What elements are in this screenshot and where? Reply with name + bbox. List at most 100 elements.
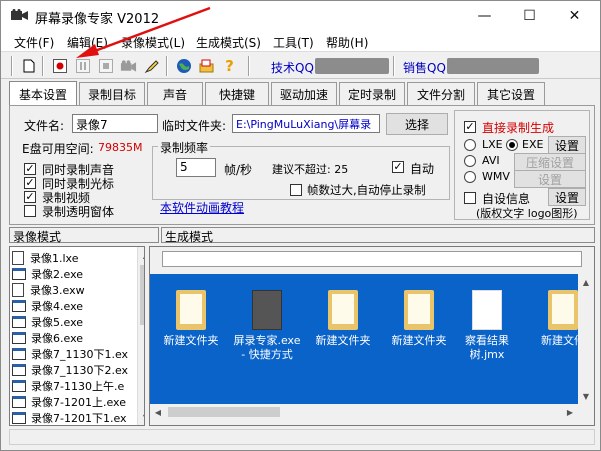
file-list-item[interactable]: 录像1.lxe	[12, 250, 140, 266]
auto-checkbox[interactable]: ✓	[392, 161, 404, 173]
tab-other[interactable]: 其它设置	[477, 82, 545, 106]
exe-setting-button[interactable]: 设置	[548, 136, 586, 154]
menu-file[interactable]: 文件(F)	[14, 34, 54, 51]
help-icon[interactable]: ?	[220, 56, 239, 75]
tech-qq-label: 技术QQ:	[271, 61, 318, 75]
file-list-item[interactable]: 录像7-1201上.exe	[12, 394, 140, 410]
pen-tool-icon[interactable]	[142, 56, 161, 75]
exe-radio[interactable]	[506, 139, 518, 151]
disk-free-value: 79835M	[98, 141, 143, 154]
auto-stop-checkbox[interactable]	[290, 184, 302, 196]
desktop-icon[interactable]: 屏录专家.exe - 快捷方式	[230, 290, 304, 362]
record-icon[interactable]	[50, 56, 69, 75]
custom-info-setting-button[interactable]: 设置	[548, 188, 586, 206]
record-video-checkbox[interactable]: ✓	[24, 191, 36, 203]
file-list-item[interactable]: 录像4.exe	[12, 298, 140, 314]
tutorial-link[interactable]: 本软件动画教程	[160, 199, 244, 216]
file-list-item[interactable]: 录像2.exe	[12, 266, 140, 282]
video-file-icon	[12, 332, 26, 344]
desktop-icon[interactable]: 新建文件	[526, 290, 578, 348]
direct-generate-checkbox[interactable]: ✓	[464, 121, 476, 133]
wmv-radio[interactable]	[464, 171, 476, 183]
open-folder-icon[interactable]	[197, 56, 216, 75]
file-list-item[interactable]: 录像3.exw	[12, 282, 140, 298]
settings-tabs: 基本设置 录制目标 声音 快捷键 驱动加速 定时录制 文件分割 其它设置	[9, 81, 595, 106]
menu-bar: 文件(F) 编辑(E) 录像模式(L) 生成模式(S) 工具(T) 帮助(H)	[1, 31, 600, 51]
menu-record-mode[interactable]: 录像模式(L)	[121, 34, 185, 51]
file-list-item[interactable]: 录像7_1130下2.ex	[12, 362, 140, 378]
folder-icon	[404, 290, 434, 330]
menu-help[interactable]: 帮助(H)	[326, 34, 368, 51]
scroll-up-icon[interactable]: ▲	[138, 247, 144, 263]
tab-driver-accel[interactable]: 驱动加速	[271, 82, 337, 106]
scroll-down-icon[interactable]: ▼	[138, 409, 144, 425]
file-name: 录像5.exe	[31, 316, 84, 329]
preview-horizontal-scrollbar[interactable]: ◀ ▶	[150, 404, 578, 420]
tab-file-split[interactable]: 文件分割	[407, 82, 475, 106]
tab-scheduled[interactable]: 定时录制	[339, 82, 405, 106]
new-file-icon[interactable]	[19, 56, 38, 75]
pause-icon[interactable]	[73, 56, 92, 75]
tempdir-input[interactable]: E:\PingMuLuXiang\屏幕录	[232, 114, 380, 133]
video-file-icon	[12, 412, 26, 424]
timeline-slider[interactable]	[162, 251, 582, 267]
file-name: 录像4.exe	[31, 300, 84, 313]
close-button[interactable]: ✕	[552, 1, 597, 31]
desktop-icon[interactable]: 新建文件夹	[306, 290, 380, 348]
filename-input[interactable]: 录像7	[72, 114, 158, 133]
menu-generate-mode[interactable]: 生成模式(S)	[196, 34, 261, 51]
maximize-button[interactable]: ☐	[507, 1, 552, 31]
frequency-input[interactable]: 5	[176, 158, 216, 177]
file-list-item[interactable]: 录像7-1201下1.ex	[12, 410, 140, 425]
wmv-setting-button[interactable]: 设置	[514, 170, 586, 188]
video-camera-icon[interactable]	[119, 56, 138, 75]
stop-icon[interactable]	[96, 56, 115, 75]
globe-icon[interactable]	[174, 56, 193, 75]
record-transparent-label: 录制透明窗体	[42, 205, 115, 219]
tab-basic[interactable]: 基本设置	[9, 81, 77, 106]
tab-hotkeys[interactable]: 快捷键	[205, 82, 269, 106]
browse-button[interactable]: 选择	[386, 113, 448, 135]
toolbar-separator	[166, 56, 168, 76]
video-file-icon	[12, 348, 26, 360]
frequency-group-label: 录制频率	[158, 139, 211, 156]
file-name: 录像6.exe	[31, 332, 84, 345]
scroll-thumb[interactable]	[168, 407, 280, 417]
desktop-icon[interactable]: 新建文件夹	[382, 290, 456, 348]
lxe-radio[interactable]	[464, 139, 476, 151]
preview-vertical-scrollbar[interactable]: ▲ ▼	[578, 274, 594, 404]
tab-record-target[interactable]: 录制目标	[79, 82, 145, 106]
copyright-note: (版权文字 logo图形)	[476, 207, 578, 220]
record-transparent-checkbox[interactable]	[24, 205, 36, 217]
menu-tools[interactable]: 工具(T)	[273, 34, 314, 51]
scroll-up-icon[interactable]: ▲	[578, 274, 594, 290]
minimize-button[interactable]: —	[462, 1, 507, 31]
record-mode-header[interactable]: 录像模式	[9, 227, 159, 244]
record-sound-checkbox[interactable]: ✓	[24, 163, 36, 175]
lxe-label: LXE	[482, 138, 503, 151]
compress-setting-button[interactable]: 压缩设置	[514, 153, 586, 171]
avi-radio[interactable]	[464, 155, 476, 167]
record-cursor-checkbox[interactable]: ✓	[24, 177, 36, 189]
custom-info-checkbox[interactable]	[464, 192, 476, 204]
tab-sound[interactable]: 声音	[147, 82, 203, 106]
file-name: 录像1.lxe	[30, 252, 79, 265]
scroll-right-icon[interactable]: ▶	[562, 404, 578, 420]
desktop-icon[interactable]: 新建文件夹	[154, 290, 228, 348]
desktop-icon-label: 新建文件夹	[315, 334, 371, 347]
scroll-down-icon[interactable]: ▼	[578, 388, 594, 404]
file-list-item[interactable]: 录像7_1130下1.ex	[12, 346, 140, 362]
file-list-scrollbar[interactable]: ▲▼	[137, 247, 144, 425]
toolbar-separator	[393, 56, 395, 76]
title-bar[interactable]: 屏幕录像专家 V2012 — ☐ ✕	[1, 1, 600, 31]
menu-edit[interactable]: 编辑(E)	[67, 34, 108, 51]
desktop-icon[interactable]: 察看结果树.jmx	[450, 290, 524, 362]
scroll-thumb[interactable]	[140, 265, 144, 325]
file-list-item[interactable]: 录像7-1130上午.e	[12, 378, 140, 394]
file-list-item[interactable]: 录像6.exe	[12, 330, 140, 346]
generate-mode-header[interactable]: 生成模式	[161, 227, 595, 244]
folder-icon	[176, 290, 206, 330]
toolbar-separator	[42, 56, 44, 76]
scroll-left-icon[interactable]: ◀	[150, 404, 166, 420]
file-list-item[interactable]: 录像5.exe	[12, 314, 140, 330]
